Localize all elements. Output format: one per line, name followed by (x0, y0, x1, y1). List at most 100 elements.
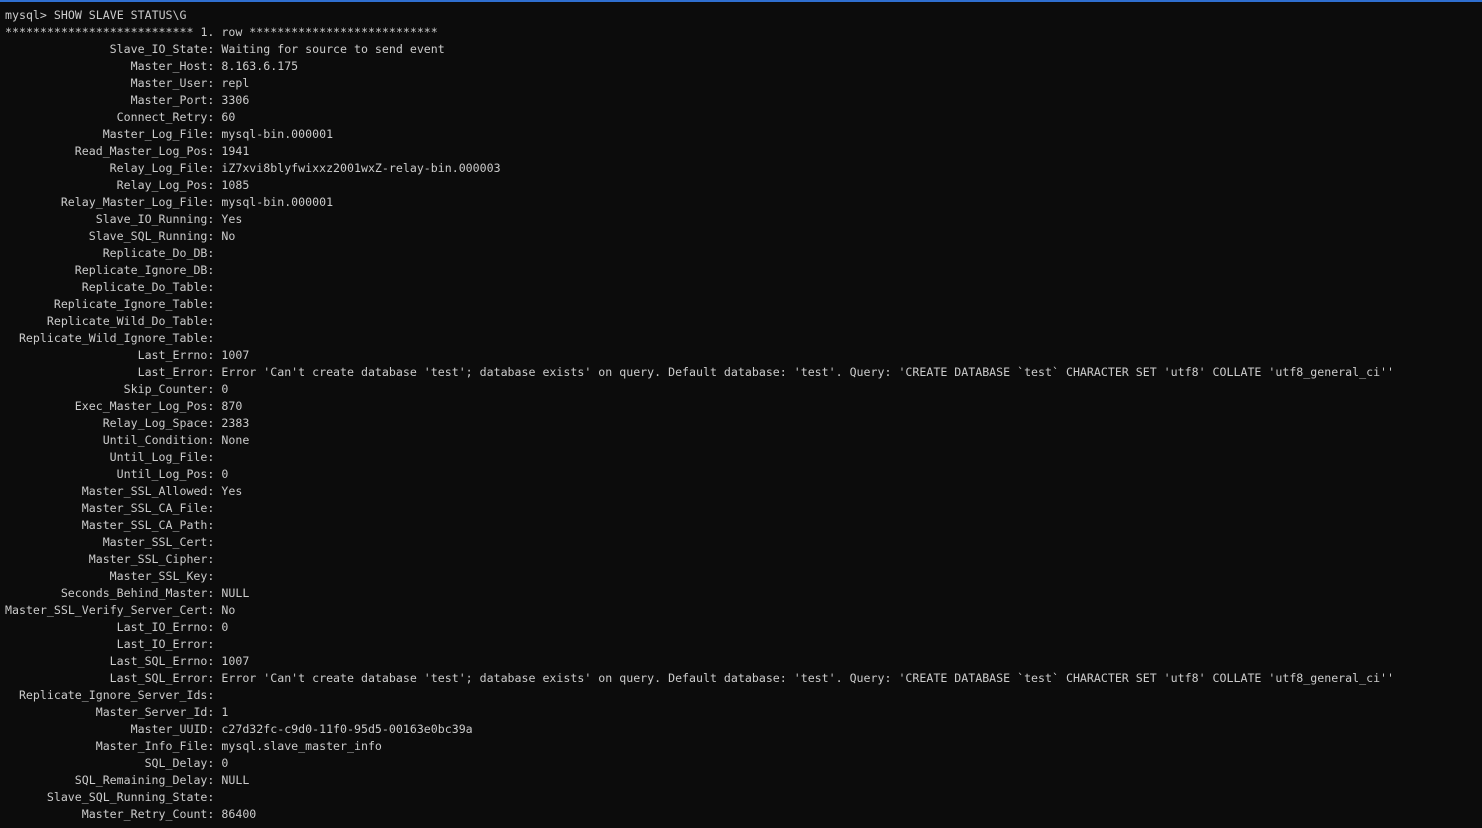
status-key: Master_SSL_Cipher (88, 552, 208, 566)
key-separator: : (207, 518, 222, 532)
status-row: Master_SSL_CA_Path: (5, 517, 1477, 534)
cut-off-line (5, 823, 1477, 828)
key-separator: : (207, 144, 222, 158)
key-separator: : (207, 331, 222, 345)
command-text: SHOW SLAVE STATUS\G (53, 8, 187, 22)
status-key: Master_SSL_Key (109, 569, 208, 583)
status-key: Read_Master_Log_Pos (74, 144, 208, 158)
key-separator: : (207, 773, 222, 787)
status-row: Master_Log_File: mysql-bin.000001 (5, 126, 1477, 143)
status-key: Master_Log_File (102, 127, 208, 141)
status-row: Replicate_Wild_Ignore_Table: (5, 330, 1477, 347)
status-key: Replicate_Do_Table (81, 280, 208, 294)
status-row: Master_Host: 8.163.6.175 (5, 58, 1477, 75)
status-value: repl (221, 76, 250, 90)
key-separator: : (207, 586, 222, 600)
status-value: 1 (221, 705, 229, 719)
status-value: 0 (221, 382, 229, 396)
status-key: Seconds_Behind_Master (60, 586, 208, 600)
prompt-line: mysql> SHOW SLAVE STATUS\G (5, 7, 1477, 24)
status-key: Relay_Log_Pos (116, 178, 208, 192)
key-separator: : (207, 722, 222, 736)
status-row: Slave_SQL_Running: No (5, 228, 1477, 245)
status-value: None (221, 433, 250, 447)
status-key: SQL_Delay (144, 756, 208, 770)
status-row: Until_Log_Pos: 0 (5, 466, 1477, 483)
status-key: Relay_Master_Log_File (60, 195, 208, 209)
status-value: 0 (221, 467, 229, 481)
status-row: Last_Errno: 1007 (5, 347, 1477, 364)
status-value: 1007 (221, 348, 250, 362)
status-key: Slave_IO_Running (95, 212, 208, 226)
status-row: Master_SSL_Allowed: Yes (5, 483, 1477, 500)
status-value: c27d32fc-c9d0-11f0-95d5-00163e0bc39a (221, 722, 473, 736)
status-key: Master_SSL_Verify_Server_Cert (5, 603, 208, 617)
key-separator: : (207, 705, 222, 719)
status-key: Until_Log_Pos (116, 467, 208, 481)
status-key: Skip_Counter (123, 382, 208, 396)
status-value: 1007 (221, 654, 250, 668)
key-separator: : (207, 297, 222, 311)
status-row: Master_User: repl (5, 75, 1477, 92)
status-value: 3306 (221, 93, 250, 107)
key-separator: : (207, 161, 222, 175)
key-separator: : (207, 688, 222, 702)
status-value: 870 (221, 399, 243, 413)
key-separator: : (207, 127, 222, 141)
status-row: Master_Port: 3306 (5, 92, 1477, 109)
status-row: Replicate_Wild_Do_Table: (5, 313, 1477, 330)
status-row: Relay_Log_File: iZ7xvi8blyfwixxz2001wxZ-… (5, 160, 1477, 177)
key-separator: : (207, 484, 222, 498)
status-row: Skip_Counter: 0 (5, 381, 1477, 398)
status-row: Seconds_Behind_Master: NULL (5, 585, 1477, 602)
key-separator: : (207, 42, 222, 56)
status-row: Master_SSL_Cert: (5, 534, 1477, 551)
status-row: Last_SQL_Errno: 1007 (5, 653, 1477, 670)
status-key: Last_SQL_Errno (109, 654, 208, 668)
status-row: Relay_Log_Space: 2383 (5, 415, 1477, 432)
status-key: Replicate_Wild_Ignore_Table (18, 331, 208, 345)
status-row: Read_Master_Log_Pos: 1941 (5, 143, 1477, 160)
status-key: Slave_SQL_Running_State (46, 790, 208, 804)
status-row: Slave_IO_State: Waiting for source to se… (5, 41, 1477, 58)
status-value: Error 'Can't create database 'test'; dat… (221, 365, 1395, 379)
key-separator: : (207, 365, 222, 379)
key-separator: : (207, 229, 222, 243)
status-row: SQL_Remaining_Delay: NULL (5, 772, 1477, 789)
status-value: Yes (221, 484, 243, 498)
status-value: iZ7xvi8blyfwixxz2001wxZ-relay-bin.000003 (221, 161, 501, 175)
status-key: Replicate_Ignore_Table (53, 297, 208, 311)
terminal-output[interactable]: mysql> SHOW SLAVE STATUS\G *************… (5, 7, 1477, 828)
key-separator: : (207, 569, 222, 583)
status-row: Replicate_Do_DB: (5, 245, 1477, 262)
status-key: Master_Host (130, 59, 208, 73)
status-key: Until_Condition (102, 433, 208, 447)
status-row: Master_SSL_CA_File: (5, 500, 1477, 517)
status-value: NULL (221, 586, 250, 600)
status-key: Master_SSL_CA_Path (81, 518, 208, 532)
key-separator: : (207, 603, 222, 617)
status-value: 0 (221, 620, 229, 634)
status-row: Connect_Retry: 60 (5, 109, 1477, 126)
key-separator: : (207, 807, 222, 821)
status-row: Master_SSL_Key: (5, 568, 1477, 585)
status-key: Last_Error (137, 365, 208, 379)
status-key: Replicate_Ignore_Server_Ids (18, 688, 208, 702)
status-value: 86400 (221, 807, 257, 821)
status-row: Replicate_Do_Table: (5, 279, 1477, 296)
status-row: Slave_SQL_Running_State: (5, 789, 1477, 806)
status-row: Replicate_Ignore_Server_Ids: (5, 687, 1477, 704)
status-row: Until_Condition: None (5, 432, 1477, 449)
key-separator: : (207, 263, 222, 277)
status-key: Master_UUID (130, 722, 208, 736)
status-key: Last_IO_Errno (116, 620, 208, 634)
status-key: Last_SQL_Error (109, 671, 208, 685)
status-row: Replicate_Ignore_DB: (5, 262, 1477, 279)
key-separator: : (207, 654, 222, 668)
status-value: mysql-bin.000001 (221, 195, 334, 209)
window-top-border (0, 0, 1482, 2)
status-row: Master_SSL_Verify_Server_Cert: No (5, 602, 1477, 619)
key-separator: : (207, 756, 222, 770)
row-header: *************************** 1. row *****… (5, 25, 438, 39)
status-value: Error 'Can't create database 'test'; dat… (221, 671, 1395, 685)
